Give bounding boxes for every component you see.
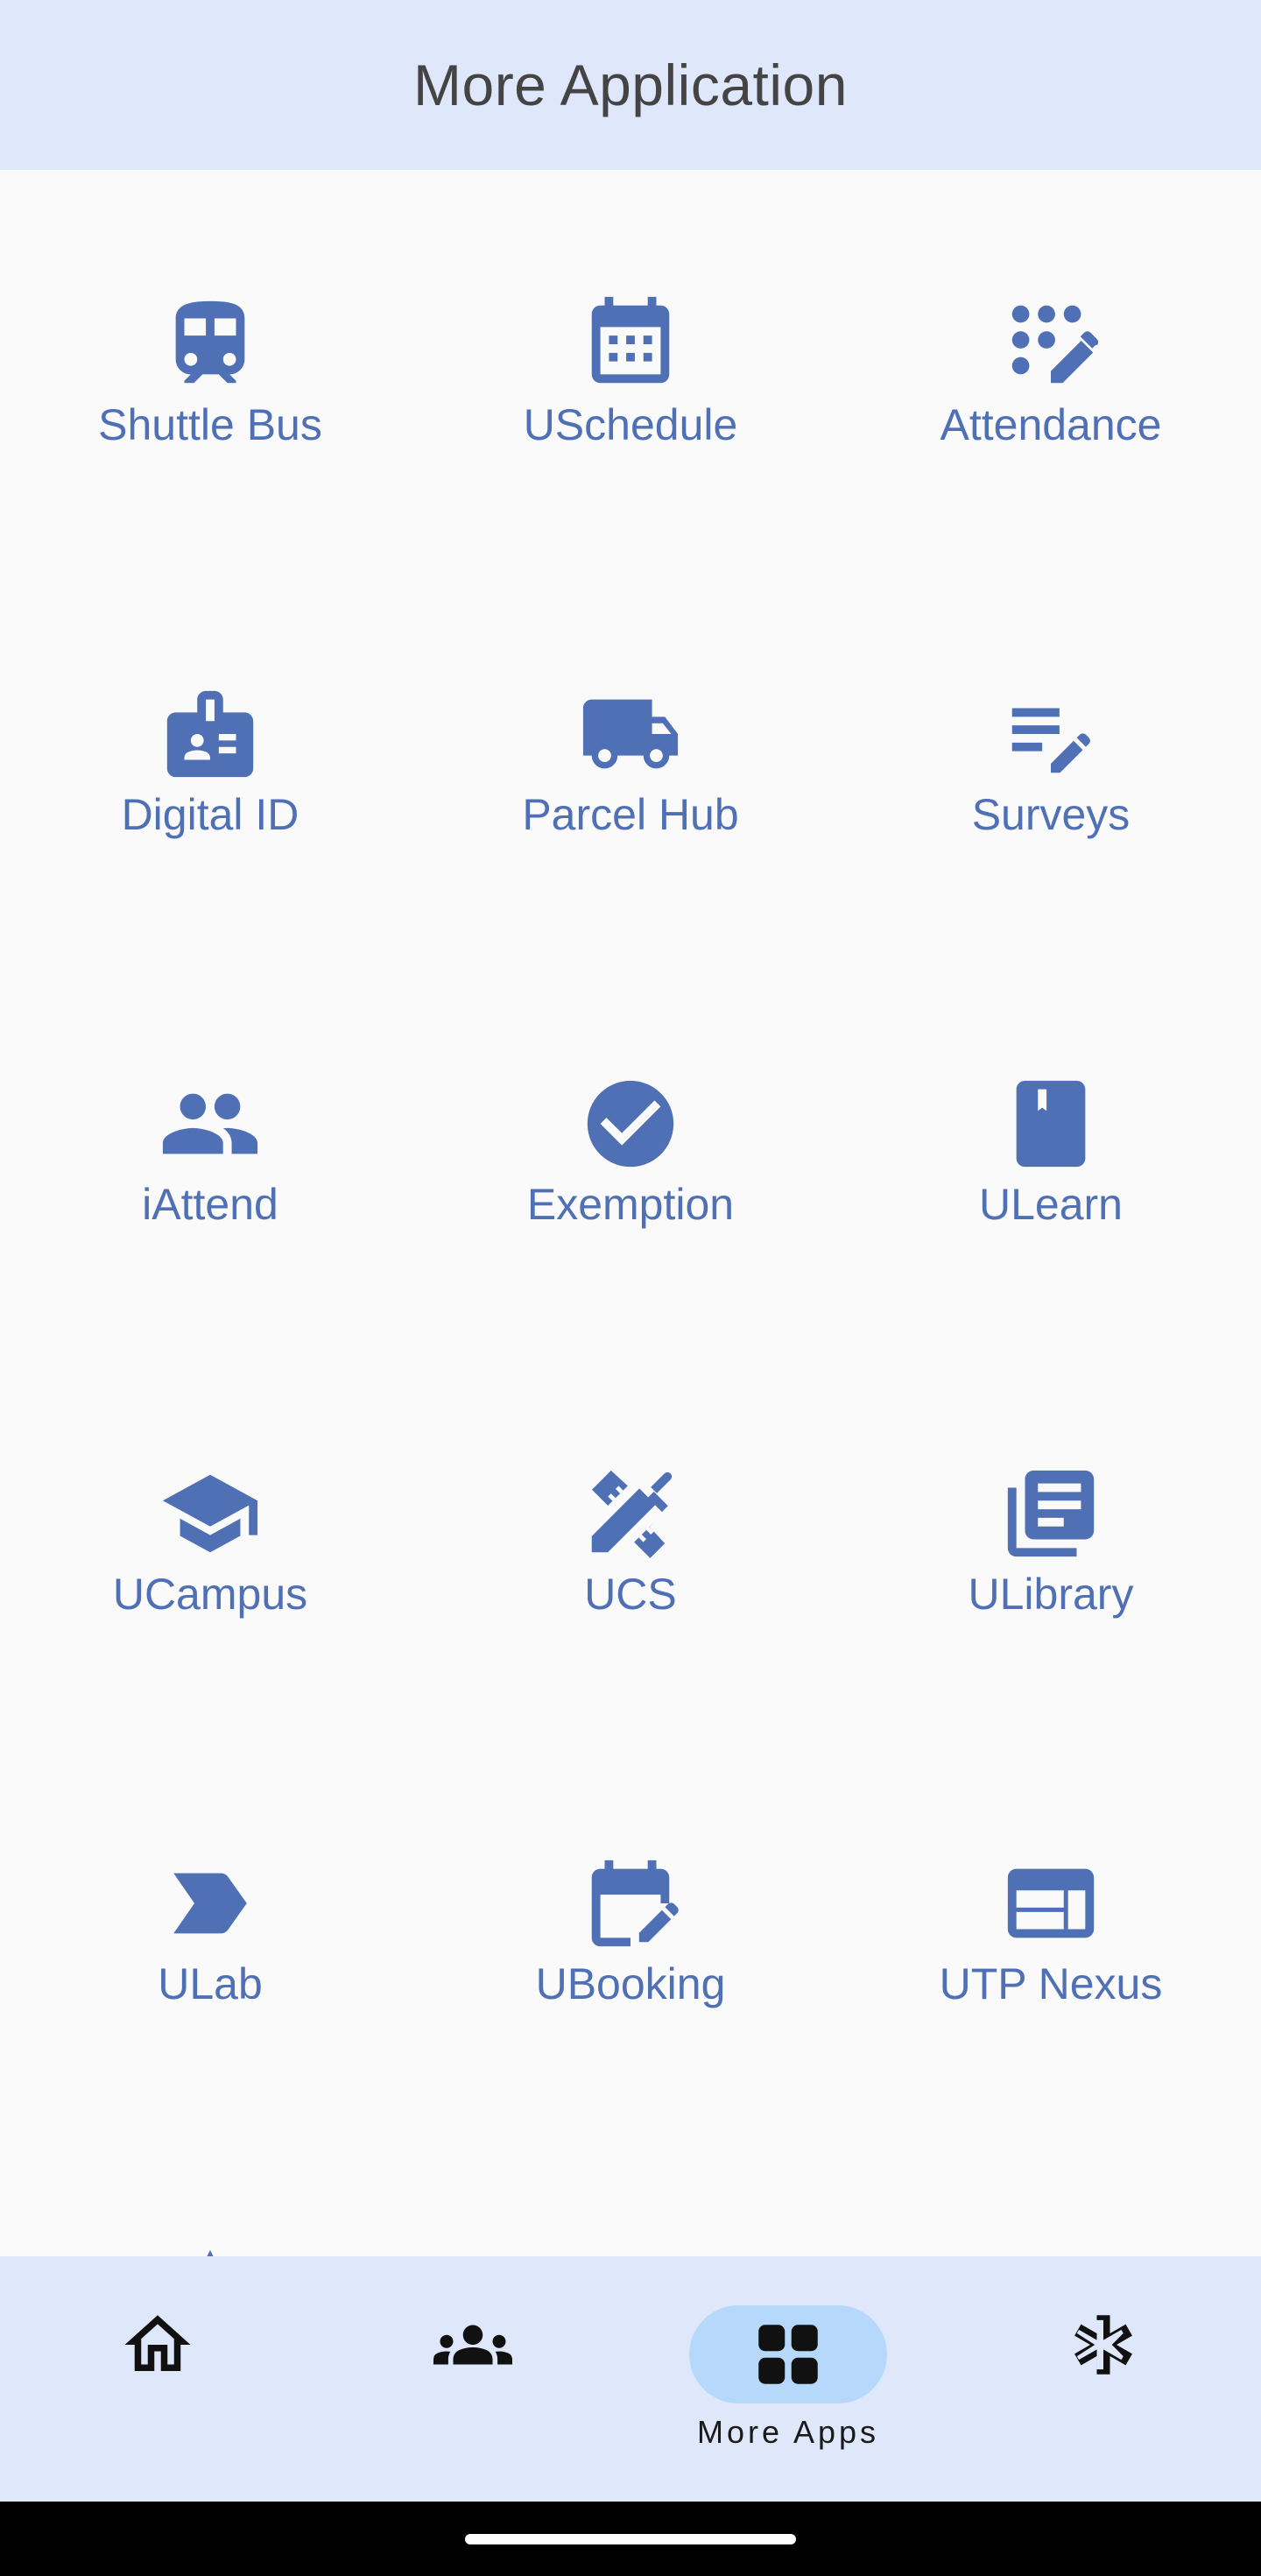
app-tile-ulearn[interactable]: ULearn: [841, 1072, 1261, 1335]
app-label: UBooking: [535, 1959, 726, 2008]
partial-icon: [579, 2241, 682, 2256]
nav-item-more-apps[interactable]: More Apps: [630, 2256, 946, 2502]
home-indicator[interactable]: [465, 2534, 796, 2544]
app-tile-partial-1[interactable]: [0, 2241, 420, 2256]
label-chevron-icon: [159, 1852, 262, 1955]
app-tile-utp-nexus[interactable]: UTP Nexus: [841, 1852, 1261, 2114]
app-tile-ucampus[interactable]: UCampus: [0, 1462, 420, 1725]
app-label: UCS: [584, 1570, 677, 1619]
people-icon: [159, 1072, 262, 1175]
design-tools-icon: [579, 1462, 682, 1565]
calendar-icon: [579, 293, 682, 396]
groups-icon: [433, 2305, 512, 2384]
app-tile-uschedule[interactable]: USchedule: [420, 293, 841, 555]
app-label: ULab: [158, 1959, 263, 2008]
app-tile-shuttle-bus[interactable]: Shuttle Bus: [0, 293, 420, 555]
truck-icon: [579, 682, 682, 786]
dialpad-edit-icon: [999, 293, 1102, 396]
apps-grid: Shuttle Bus USchedule Attendance Digital…: [0, 170, 1261, 2256]
nav-label-more-apps: More Apps: [696, 2414, 880, 2450]
app-tile-ulab[interactable]: ULab: [0, 1852, 420, 2114]
app-label: ULearn: [979, 1180, 1123, 1229]
home-icon: [118, 2305, 197, 2384]
nav-item-community[interactable]: [315, 2256, 630, 2502]
app-tile-attendance[interactable]: Attendance: [841, 293, 1261, 555]
app-label: Shuttle Bus: [98, 400, 322, 449]
app-tile-iattend[interactable]: iAttend: [0, 1072, 420, 1335]
school-icon: [159, 1462, 262, 1565]
badge-icon: [159, 682, 262, 786]
edit-note-icon: [999, 682, 1102, 786]
app-label: Exemption: [526, 1180, 735, 1229]
app-label: Parcel Hub: [522, 790, 739, 839]
app-tile-ubooking[interactable]: UBooking: [420, 1852, 841, 2114]
app-tile-exemption[interactable]: Exemption: [420, 1072, 841, 1335]
app-label: Attendance: [940, 400, 1162, 449]
medical-star-icon: [1064, 2305, 1143, 2384]
nav-item-home[interactable]: [0, 2256, 315, 2502]
check-circle-icon: [579, 1072, 682, 1175]
app-label: Surveys: [971, 790, 1131, 839]
edit-calendar-icon: [579, 1852, 682, 1955]
nav-item-medical[interactable]: [946, 2256, 1261, 2502]
app-label: USchedule: [523, 400, 738, 449]
app-header: More Application: [0, 0, 1261, 170]
page-title: More Application: [413, 53, 848, 117]
app-label: iAttend: [142, 1180, 278, 1229]
app-label: Digital ID: [121, 790, 299, 839]
book-icon: [999, 1072, 1102, 1175]
app-tile-partial-2[interactable]: [420, 2241, 841, 2256]
library-books-icon: [999, 1462, 1102, 1565]
app-tile-ulibrary[interactable]: ULibrary: [841, 1462, 1261, 1725]
bottom-navigation: More Apps: [0, 2256, 1261, 2502]
apps-grid-icon: [749, 2315, 828, 2394]
partial-icon: [159, 2241, 262, 2256]
web-icon: [999, 1852, 1102, 1955]
app-tile-parcel-hub[interactable]: Parcel Hub: [420, 682, 841, 945]
train-icon: [159, 293, 262, 396]
app-tile-surveys[interactable]: Surveys: [841, 682, 1261, 945]
app-tile-ucs[interactable]: UCS: [420, 1462, 841, 1725]
app-label: UTP Nexus: [939, 1959, 1163, 2008]
app-label: UCampus: [112, 1570, 308, 1619]
app-label: ULibrary: [968, 1570, 1134, 1619]
app-tile-digital-id[interactable]: Digital ID: [0, 682, 420, 945]
